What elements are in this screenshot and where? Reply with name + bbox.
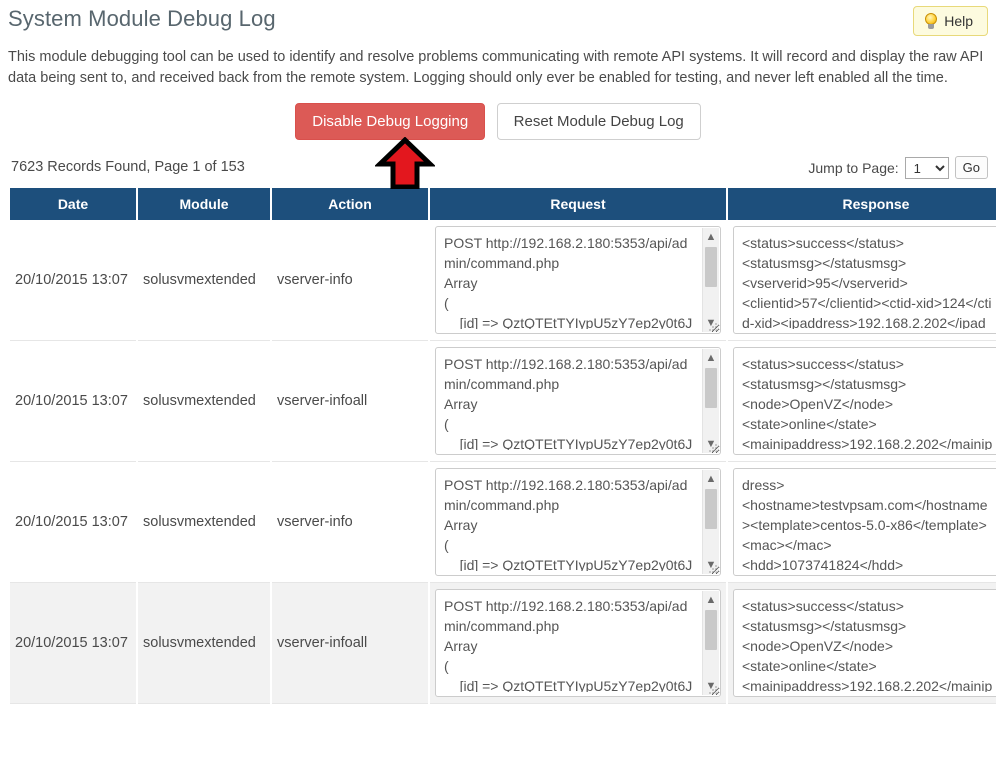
request-textarea-scrollbar[interactable]: ▲ ▼	[702, 470, 719, 574]
cell-action: vserver-info	[272, 220, 428, 341]
response-textarea[interactable]: dress> <hostname>testvpsam.com</hostname…	[733, 468, 996, 576]
request-textarea-scroll-thumb[interactable]	[705, 247, 717, 287]
cell-module: solusvmextended	[138, 583, 270, 704]
request-textarea-text: POST http://192.168.2.180:5353/api/admin…	[444, 235, 693, 329]
jump-to-page-label: Jump to Page:	[808, 159, 899, 176]
cell-request: POST http://192.168.2.180:5353/api/admin…	[430, 341, 726, 462]
column-header-action[interactable]: Action	[272, 188, 428, 220]
cell-response: <status>success</status> <statusmsg></st…	[728, 583, 996, 704]
request-textarea-text: POST http://192.168.2.180:5353/api/admin…	[444, 356, 693, 450]
table-head: Date Module Action Request Response	[10, 188, 996, 220]
request-textarea-scrollbar[interactable]: ▲ ▼	[702, 591, 719, 695]
scroll-down-icon[interactable]: ▼	[703, 436, 719, 452]
scroll-up-icon[interactable]: ▲	[703, 350, 719, 366]
request-textarea-scroll-thumb[interactable]	[705, 610, 717, 650]
cell-response: <status>success</status> <statusmsg></st…	[728, 220, 996, 341]
table-body: 20/10/2015 13:07 solusvmextended vserver-i…	[10, 220, 996, 704]
column-header-date[interactable]: Date	[10, 188, 136, 220]
scroll-up-icon[interactable]: ▲	[703, 229, 719, 245]
cell-date: 20/10/2015 13:07	[10, 462, 136, 583]
request-textarea-text: POST http://192.168.2.180:5353/api/admin…	[444, 598, 693, 692]
scroll-up-icon[interactable]: ▲	[703, 471, 719, 487]
table-row[interactable]: 20/10/2015 13:07 solusvmextended vserver-i…	[10, 583, 996, 704]
page-title: System Module Debug Log	[8, 6, 276, 31]
response-textarea-text: <status>success</status> <statusmsg></st…	[742, 235, 992, 329]
response-textarea[interactable]: <status>success</status> <statusmsg></st…	[733, 226, 996, 334]
scroll-down-icon[interactable]: ▼	[703, 315, 719, 331]
help-button[interactable]: Help	[913, 6, 988, 36]
records-bar: 7623 Records Found, Page 1 of 153 Jump t…	[8, 156, 988, 182]
cell-module: solusvmextended	[138, 341, 270, 462]
request-textarea-text: POST http://192.168.2.180:5353/api/admin…	[444, 477, 693, 571]
go-button[interactable]: Go	[954, 156, 988, 179]
page-header: System Module Debug Log Help	[8, 0, 988, 44]
request-textarea-scroll-thumb[interactable]	[705, 489, 717, 529]
scroll-down-icon[interactable]: ▼	[703, 557, 719, 573]
records-found-text: 7623 Records Found, Page 1 of 153	[11, 159, 245, 175]
scroll-down-icon[interactable]: ▼	[703, 678, 719, 694]
response-textarea[interactable]: <status>success</status> <statusmsg></st…	[733, 589, 996, 697]
cell-date: 20/10/2015 13:07	[10, 583, 136, 704]
help-button-label: Help	[944, 13, 973, 29]
cell-request: POST http://192.168.2.180:5353/api/admin…	[430, 462, 726, 583]
resize-grip-icon[interactable]	[709, 686, 718, 695]
column-header-request[interactable]: Request	[430, 188, 726, 220]
resize-grip-icon[interactable]	[709, 444, 718, 453]
cell-response: dress> <hostname>testvpsam.com</hostname…	[728, 462, 996, 583]
request-textarea-scrollbar[interactable]: ▲ ▼	[702, 349, 719, 453]
cell-date: 20/10/2015 13:07	[10, 341, 136, 462]
request-textarea[interactable]: POST http://192.168.2.180:5353/api/admin…	[435, 589, 721, 697]
cell-request: POST http://192.168.2.180:5353/api/admin…	[430, 220, 726, 341]
table-row[interactable]: 20/10/2015 13:07 solusvmextended vserver-i…	[10, 341, 996, 462]
jump-to-page-select[interactable]: 12345	[904, 156, 949, 179]
table-row[interactable]: 20/10/2015 13:07 solusvmextended vserver-i…	[10, 462, 996, 583]
table-header-row: Date Module Action Request Response	[10, 188, 996, 220]
debug-log-page: System Module Debug Log Help This module…	[0, 0, 996, 769]
response-textarea-text: <status>success</status> <statusmsg></st…	[742, 356, 993, 450]
jump-to-page-group: Jump to Page: 12345 Go	[808, 156, 988, 179]
request-textarea[interactable]: POST http://192.168.2.180:5353/api/admin…	[435, 468, 721, 576]
request-textarea-scroll-thumb[interactable]	[705, 368, 717, 408]
debug-log-table: Date Module Action Request Response 20/1…	[8, 188, 996, 704]
cell-module: solusvmextended	[138, 462, 270, 583]
action-button-group: Disable Debug Logging Reset Module Debug…	[8, 103, 988, 140]
column-header-response[interactable]: Response	[728, 188, 996, 220]
request-textarea[interactable]: POST http://192.168.2.180:5353/api/admin…	[435, 347, 721, 455]
intro-description: This module debugging tool can be used t…	[8, 49, 984, 86]
cell-action: vserver-info	[272, 462, 428, 583]
request-textarea[interactable]: POST http://192.168.2.180:5353/api/admin…	[435, 226, 721, 334]
cell-response: <status>success</status> <statusmsg></st…	[728, 341, 996, 462]
request-textarea-scrollbar[interactable]: ▲ ▼	[702, 228, 719, 332]
cell-date: 20/10/2015 13:07	[10, 220, 136, 341]
cell-request: POST http://192.168.2.180:5353/api/admin…	[430, 583, 726, 704]
disable-debug-logging-button[interactable]: Disable Debug Logging	[295, 103, 486, 140]
resize-grip-icon[interactable]	[709, 565, 718, 574]
table-row[interactable]: 20/10/2015 13:07 solusvmextended vserver-i…	[10, 220, 996, 341]
reset-module-debug-log-button[interactable]: Reset Module Debug Log	[496, 103, 701, 140]
scroll-up-icon[interactable]: ▲	[703, 592, 719, 608]
lightbulb-icon	[924, 13, 938, 29]
response-textarea-text: dress> <hostname>testvpsam.com</hostname…	[742, 477, 988, 571]
column-header-module[interactable]: Module	[138, 188, 270, 220]
cell-action: vserver-infoall	[272, 583, 428, 704]
response-textarea[interactable]: <status>success</status> <statusmsg></st…	[733, 347, 996, 455]
cell-module: solusvmextended	[138, 220, 270, 341]
resize-grip-icon[interactable]	[709, 323, 718, 332]
response-textarea-text: <status>success</status> <statusmsg></st…	[742, 598, 993, 692]
cell-action: vserver-infoall	[272, 341, 428, 462]
